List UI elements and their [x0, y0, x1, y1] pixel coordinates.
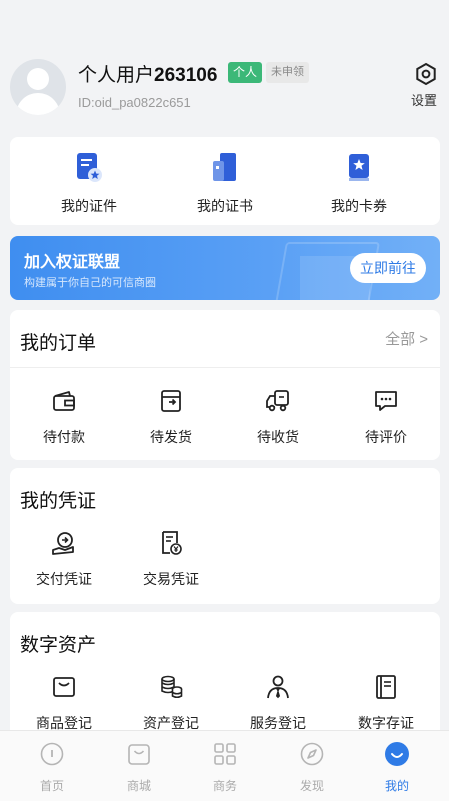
home-icon — [40, 742, 64, 766]
settings-button[interactable]: 设置 — [408, 62, 444, 109]
digital-deposit-button[interactable]: 数字存证 — [336, 674, 436, 733]
my-certificates-button[interactable]: 我的证书 — [175, 151, 275, 216]
tab-business-label: 商务 — [212, 779, 237, 793]
tab-mine[interactable]: 我的 — [367, 741, 427, 794]
asset-registration-button[interactable]: 资产登记 — [121, 674, 221, 733]
personal-badge: 个人 — [228, 62, 263, 83]
cert-card: 我的证件 我的证书 我的卡券 — [10, 137, 440, 225]
person-tie-icon — [267, 675, 289, 699]
truck-icon — [266, 390, 289, 412]
goods-registration-button[interactable]: 商品登记 — [14, 674, 114, 733]
trade-voucher-label: 交易凭证 — [143, 571, 199, 587]
user-id: ID:oid_pa0822c651 — [78, 95, 191, 110]
settings-icon — [416, 62, 436, 86]
compass-icon — [300, 742, 324, 766]
trade-voucher-button[interactable]: 交易凭证 — [121, 530, 221, 589]
banner-title: 加入权证联盟 — [24, 254, 121, 271]
service-registration-button[interactable]: 服务登记 — [228, 674, 328, 733]
avatar-head — [27, 68, 49, 90]
unclaimed-badge[interactable]: 未申领 — [266, 62, 309, 83]
my-documents-label: 我的证件 — [61, 198, 117, 214]
orders-divider — [10, 367, 440, 368]
vouchers-title: 我的凭证 — [20, 491, 97, 512]
tab-mall[interactable]: 商城 — [109, 741, 169, 794]
my-coupons-button[interactable]: 我的卡券 — [309, 151, 409, 216]
wallet-icon — [53, 391, 75, 411]
user-name-prefix: 个人用户 — [78, 65, 155, 86]
pending-payment-label: 待付款 — [43, 429, 85, 445]
tab-home[interactable]: 首页 — [22, 741, 82, 794]
avatar-body — [16, 93, 60, 115]
profile-smile-icon — [385, 742, 409, 766]
delivery-voucher-button[interactable]: 交付凭证 — [14, 530, 114, 589]
my-documents-button[interactable]: 我的证件 — [39, 151, 139, 216]
tab-mall-label: 商城 — [126, 779, 151, 793]
pending-receipt-button[interactable]: 待收货 — [228, 388, 328, 447]
my-certificates-label: 我的证书 — [197, 198, 253, 214]
assets-title: 数字资产 — [20, 635, 97, 656]
orders-title: 我的订单 — [20, 333, 97, 354]
orders-card: 我的订单 全部 > 待付款 待发货 待收货 待评价 — [10, 310, 440, 460]
receipt-yen-icon — [162, 531, 182, 555]
tab-business[interactable]: 商务 — [195, 741, 255, 794]
vouchers-card: 我的凭证 交付凭证 交易凭证 — [10, 468, 440, 604]
pending-review-label: 待评价 — [365, 429, 407, 445]
hand-doc-icon — [52, 532, 74, 555]
shop-bag-icon — [128, 744, 150, 765]
go-now-button[interactable]: 立即前往 — [350, 253, 426, 283]
bottom-tab-bar: 首页 商城 商务 发现 我的 — [0, 730, 449, 801]
certificate-icon — [213, 153, 236, 181]
pending-shipment-label: 待发货 — [150, 429, 192, 445]
settings-label: 设置 — [410, 93, 437, 108]
alliance-banner[interactable]: 加入权证联盟 构建属于你自己的可信商圈 立即前往 — [10, 236, 440, 300]
assets-card: 数字资产 商品登记 资产登记 服务登记 数字存证 — [10, 612, 440, 742]
grid-icon — [214, 743, 236, 765]
comment-icon — [375, 391, 397, 411]
notebook-icon — [376, 675, 396, 699]
coupon-icon — [349, 154, 369, 181]
user-name-number: 263106 — [154, 65, 218, 86]
profile-header: 个人用户263106 个人 未申领 ID:oid_pa0822c651 设置 — [0, 0, 449, 132]
avatar[interactable] — [10, 59, 66, 115]
orders-all-link[interactable]: 全部 > — [385, 328, 428, 349]
pending-payment-button[interactable]: 待付款 — [14, 388, 114, 447]
ship-box-icon — [161, 390, 181, 412]
user-name: 个人用户263106 — [78, 60, 217, 87]
tab-home-label: 首页 — [39, 779, 64, 793]
pending-receipt-label: 待收货 — [257, 429, 299, 445]
tab-discover-label: 发现 — [299, 779, 324, 793]
delivery-voucher-label: 交付凭证 — [36, 571, 92, 587]
bag-icon — [53, 677, 75, 697]
tab-discover[interactable]: 发现 — [282, 741, 342, 794]
my-coupons-label: 我的卡券 — [331, 198, 387, 214]
tab-mine-label: 我的 — [384, 779, 409, 793]
id-card-icon — [77, 153, 102, 182]
coins-icon — [161, 675, 183, 699]
pending-review-button[interactable]: 待评价 — [336, 388, 436, 447]
pending-shipment-button[interactable]: 待发货 — [121, 388, 221, 447]
banner-subtitle: 构建属于你自己的可信商圈 — [24, 277, 156, 289]
